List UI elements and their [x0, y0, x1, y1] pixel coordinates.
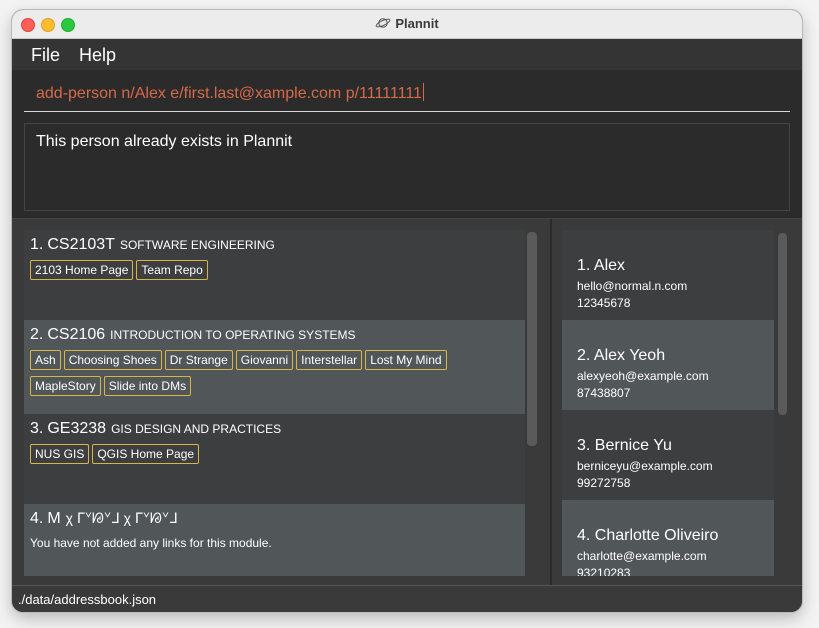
module-links: NUS GIS QGIS Home Page [30, 444, 520, 470]
link-tag[interactable]: Ash [30, 350, 61, 370]
result-message: This person already exists in Plannit [36, 133, 293, 150]
person-card[interactable]: 1. Alex hello@normal.n.com 12345678 [562, 230, 774, 320]
person-phone: 93210283 [577, 566, 631, 576]
module-header: 3. GE3238 GIS DESIGN AND PRACTICES [30, 420, 281, 438]
person-name-text: Bernice Yu [594, 437, 672, 454]
person-list: 1. Alex hello@normal.n.com 12345678 2. A… [562, 230, 774, 576]
link-tag[interactable]: Dr Strange [164, 350, 233, 370]
person-card[interactable]: 4. Charlotte Oliveiro charlotte@example.… [562, 500, 774, 576]
person-name-text: Alex Yeoh [593, 347, 666, 364]
person-index: 2. [577, 347, 591, 364]
person-name: 3. Bernice Yu [577, 437, 672, 455]
window-title-text: Plannit [395, 16, 439, 31]
person-list-scrollbar[interactable] [778, 233, 787, 415]
module-code: CS2103T [47, 236, 115, 253]
person-name: 1. Alex [577, 257, 625, 275]
command-box[interactable]: add-person n/Alex e/first.last@xample.co… [24, 71, 790, 112]
module-index: 3. [30, 420, 44, 437]
link-tag[interactable]: 2103 Home Page [30, 260, 134, 280]
person-email: alexyeoh@example.com [577, 369, 709, 383]
link-tag[interactable]: MapleStory [30, 376, 101, 396]
module-links: Ash Choosing Shoes Dr Strange Giovanni Inter… [30, 350, 520, 402]
title-bar: Plannit [12, 10, 802, 39]
link-tag[interactable]: Team Repo [136, 260, 208, 280]
module-name: SOFTWARE ENGINEERING [119, 238, 275, 252]
module-name: INTRODUCTION TO OPERATING SYSTEMS [110, 328, 356, 342]
menu-file[interactable]: File [31, 45, 60, 66]
module-name: χ ᒥᘁᘘᘁᒧ χ ᒥᘁᘘᘁᒧ [65, 510, 178, 526]
result-display: This person already exists in Plannit [24, 123, 790, 211]
person-email: charlotte@example.com [577, 549, 707, 563]
module-code: CS2106 [47, 326, 106, 343]
link-tag[interactable]: Lost My Mind [365, 350, 447, 370]
module-name: GIS DESIGN AND PRACTICES [111, 422, 282, 436]
link-tag[interactable]: Interstellar [296, 350, 363, 370]
status-bar: ./data/addressbook.json [12, 585, 802, 612]
command-text: add-person n/Alex e/first.last@xample.co… [36, 85, 422, 102]
module-code: M [47, 510, 61, 527]
person-name: 4. Charlotte Oliveiro [577, 527, 718, 545]
person-name-text: Alex [593, 257, 626, 274]
module-index: 1. [30, 236, 44, 253]
module-code: GE3238 [47, 420, 107, 437]
module-index: 2. [30, 326, 44, 343]
module-index: 4. [30, 510, 44, 527]
menu-help[interactable]: Help [79, 45, 116, 66]
module-header: 1. CS2103T SOFTWARE ENGINEERING [30, 236, 275, 254]
link-tag[interactable]: Giovanni [235, 350, 294, 370]
person-index: 3. [577, 437, 591, 454]
person-card[interactable]: 2. Alex Yeoh alexyeoh@example.com 874388… [562, 320, 774, 410]
save-location: ./data/addressbook.json [18, 592, 157, 607]
module-header: 2. CS2106 INTRODUCTION TO OPERATING SYSTEM… [30, 326, 356, 344]
link-tag[interactable]: Slide into DMs [103, 376, 192, 396]
menu-bar: File Help [12, 39, 802, 70]
module-card[interactable]: 3. GE3238 GIS DESIGN AND PRACTICES NUS GIS… [24, 414, 525, 504]
person-name-text: Charlotte Oliveiro [594, 527, 719, 544]
person-email: hello@normal.n.com [577, 279, 688, 293]
person-name: 2. Alex Yeoh [577, 347, 665, 365]
module-list: 1. CS2103T SOFTWARE ENGINEERING 2103 Home … [24, 230, 525, 576]
person-email: berniceyu@example.com [577, 459, 713, 473]
person-index: 1. [577, 257, 591, 274]
person-index: 4. [577, 527, 591, 544]
module-card[interactable]: 4. Mχ ᒥᘁᘘᘁᒧ χ ᒥᘁᘘᘁᒧ You have not added an… [24, 504, 525, 576]
person-phone: 99272758 [577, 476, 631, 490]
module-header: 4. Mχ ᒥᘁᘘᘁᒧ χ ᒥᘁᘘᘁᒧ [30, 510, 178, 528]
link-tag[interactable]: Choosing Shoes [63, 350, 162, 370]
window-title: Plannit [12, 16, 802, 33]
no-links-message: You have not added any links for this mo… [30, 536, 272, 550]
module-links: 2103 Home Page Team Repo [30, 260, 520, 286]
link-tag[interactable]: NUS GIS [30, 444, 90, 464]
app-window: Plannit File Help add-person n/Alex e/fi… [12, 10, 802, 612]
person-phone: 12345678 [577, 296, 631, 310]
text-caret [422, 83, 424, 101]
person-card[interactable]: 3. Bernice Yu berniceyu@example.com 9927… [562, 410, 774, 500]
person-phone: 87438807 [577, 386, 631, 400]
module-list-scrollbar[interactable] [527, 232, 537, 446]
panel-divider [550, 219, 552, 585]
module-card[interactable]: 1. CS2103T SOFTWARE ENGINEERING 2103 Home … [24, 230, 525, 320]
command-input[interactable]: add-person n/Alex e/first.last@xample.co… [36, 83, 424, 103]
planet-icon [375, 16, 391, 33]
link-tag[interactable]: QGIS Home Page [92, 444, 200, 464]
module-card[interactable]: 2. CS2106 INTRODUCTION TO OPERATING SYSTEM… [24, 320, 525, 414]
